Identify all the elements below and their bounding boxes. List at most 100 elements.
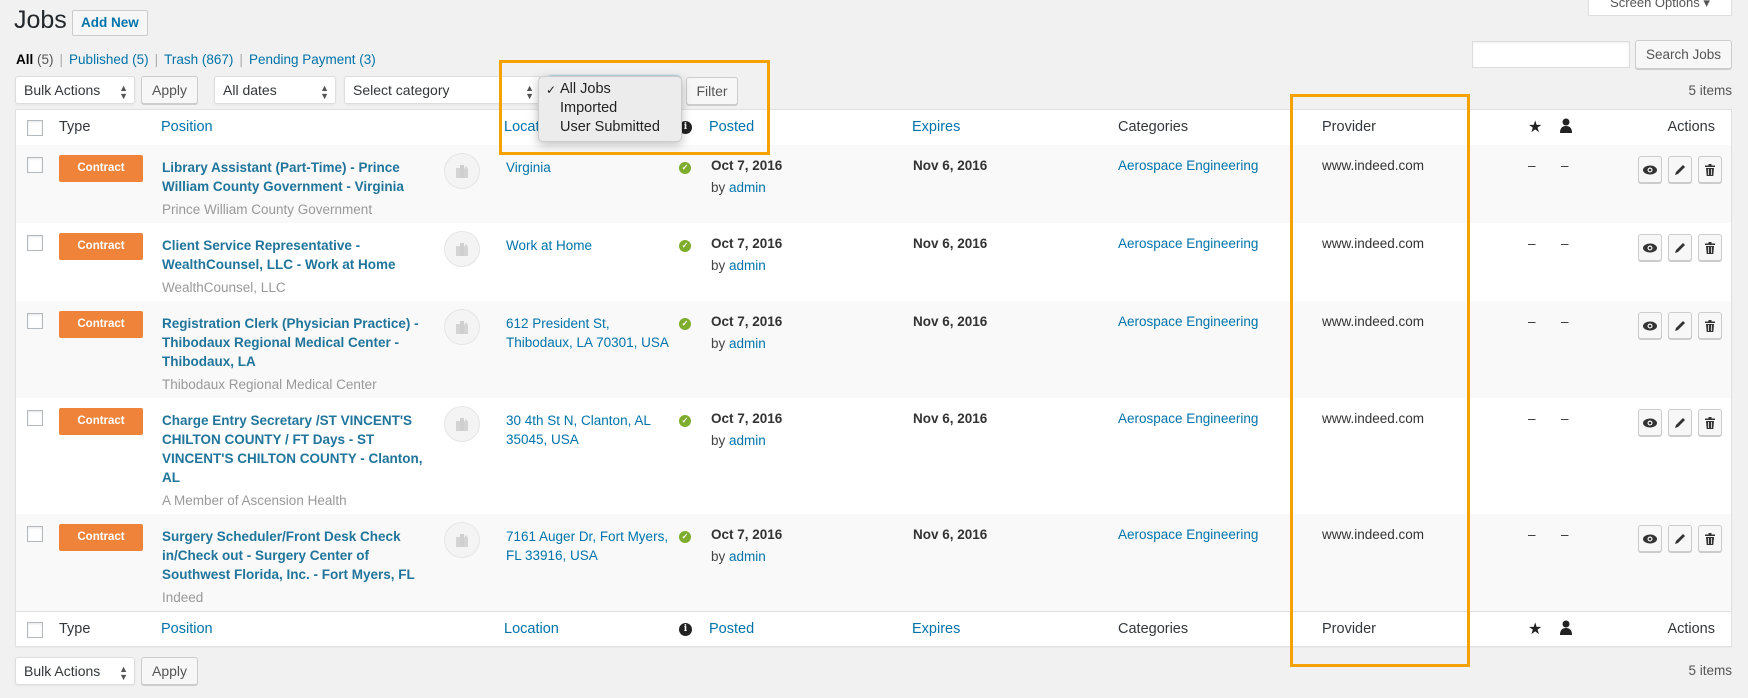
category-link[interactable]: Aerospace Engineering — [1118, 236, 1258, 251]
col-location-footer[interactable]: Location — [504, 621, 559, 637]
status-published-icon: ✓ — [679, 531, 691, 543]
job-location-link[interactable]: 612 President St, Thibodaux, LA 70301, U… — [506, 314, 676, 352]
company-logo-icon — [444, 309, 480, 345]
dates-select[interactable]: All dates ▲ ▼ — [214, 76, 336, 104]
job-title-link[interactable]: Charge Entry Secretary /ST VINCENT'S CHI… — [162, 411, 432, 487]
search-jobs-button[interactable]: Search Jobs — [1635, 40, 1732, 69]
delete-icon — [1705, 241, 1715, 254]
table-row: Contract Library Assistant (Part-Time) - … — [16, 145, 1731, 223]
company-name: Indeed — [162, 590, 204, 605]
category-link[interactable]: Aerospace Engineering — [1118, 314, 1258, 329]
select-arrows-icon: ▲ ▼ — [119, 664, 128, 682]
screen-options-button[interactable]: Screen Options ▾ — [1588, 0, 1732, 16]
star-icon: ★ — [1528, 621, 1543, 638]
job-title-link[interactable]: Surgery Scheduler/Front Desk Check in/Ch… — [162, 527, 432, 584]
featured-value: – — [1528, 527, 1536, 542]
select-all-checkbox-bottom[interactable] — [27, 622, 43, 638]
delete-button[interactable] — [1698, 409, 1722, 436]
user-icon — [1560, 620, 1572, 639]
search-input[interactable] — [1472, 41, 1630, 68]
apply-button-top[interactable]: Apply — [141, 76, 198, 104]
author-link[interactable]: admin — [729, 336, 766, 351]
edit-button[interactable] — [1668, 156, 1692, 183]
col-expires[interactable]: Expires — [912, 119, 960, 135]
bulk-actions-select-bottom[interactable]: Bulk Actions ▲ ▼ — [15, 657, 135, 685]
view-all[interactable]: All (5) — [16, 52, 54, 67]
author-link[interactable]: admin — [729, 433, 766, 448]
company-name: Thibodaux Regional Medical Center — [162, 377, 377, 392]
col-expires-footer[interactable]: Expires — [912, 621, 960, 637]
row-checkbox[interactable] — [27, 410, 43, 426]
posted-cell: Oct 7, 2016 by admin — [711, 408, 782, 452]
filled-value: – — [1561, 158, 1569, 173]
col-posted-footer[interactable]: Posted — [709, 621, 754, 637]
row-checkbox[interactable] — [27, 313, 43, 329]
highlight-box-filter — [499, 60, 770, 155]
view-icon — [1643, 165, 1657, 174]
edit-button[interactable] — [1668, 234, 1692, 261]
job-title-link[interactable]: Registration Clerk (Physician Practice) … — [162, 314, 432, 371]
job-location-link[interactable]: 30 4th St N, Clanton, AL 35045, USA — [506, 411, 676, 449]
jobs-table: Type Position Location i Posted Expires … — [15, 109, 1732, 647]
job-title-link[interactable]: Library Assistant (Part-Time) - Prince W… — [162, 158, 432, 196]
edit-icon — [1675, 320, 1685, 331]
job-title-link[interactable]: Client Service Representative - WealthCo… — [162, 236, 432, 274]
bulk-actions-select-top[interactable]: Bulk Actions ▲ ▼ — [15, 76, 135, 104]
company-name: Prince William County Government — [162, 202, 373, 217]
category-link[interactable]: Aerospace Engineering — [1118, 527, 1258, 542]
delete-button[interactable] — [1698, 156, 1722, 183]
col-type: Type — [59, 119, 91, 135]
author-link[interactable]: admin — [729, 180, 766, 195]
view-button[interactable] — [1638, 312, 1662, 339]
view-button[interactable] — [1638, 234, 1662, 261]
view-published[interactable]: Published (5) — [69, 52, 149, 67]
add-new-button[interactable]: Add New — [72, 10, 148, 36]
select-all-checkbox[interactable] — [27, 120, 43, 136]
row-checkbox[interactable] — [27, 235, 43, 251]
view-trash[interactable]: Trash (867) — [164, 52, 233, 67]
edit-button[interactable] — [1668, 312, 1692, 339]
row-checkbox[interactable] — [27, 157, 43, 173]
delete-icon — [1705, 163, 1715, 176]
posted-cell: Oct 7, 2016 by admin — [711, 155, 782, 199]
apply-button-bottom[interactable]: Apply — [141, 657, 198, 685]
view-pending-payment[interactable]: Pending Payment (3) — [249, 52, 376, 67]
job-type-badge: Contract — [59, 233, 143, 260]
view-button[interactable] — [1638, 409, 1662, 436]
view-button[interactable] — [1638, 525, 1662, 552]
category-link[interactable]: Aerospace Engineering — [1118, 158, 1258, 173]
job-type-badge: Contract — [59, 408, 143, 435]
job-type-badge: Contract — [59, 311, 143, 338]
posted-date: Oct 7, 2016 — [711, 314, 783, 329]
expires-date: Nov 6, 2016 — [913, 527, 988, 542]
posted-date: Oct 7, 2016 — [711, 236, 783, 251]
filled-value: – — [1561, 411, 1569, 426]
company-logo-icon — [444, 522, 480, 558]
select-arrows-icon: ▲ ▼ — [119, 83, 128, 101]
job-location-link[interactable]: Virginia — [506, 158, 676, 177]
row-checkbox[interactable] — [27, 526, 43, 542]
featured-value: – — [1528, 158, 1536, 173]
view-button[interactable] — [1638, 156, 1662, 183]
edit-button[interactable] — [1668, 409, 1692, 436]
status-published-icon: ✓ — [679, 318, 691, 330]
author-link[interactable]: admin — [729, 549, 766, 564]
delete-button[interactable] — [1698, 312, 1722, 339]
delete-button[interactable] — [1698, 525, 1722, 552]
view-icon — [1643, 534, 1657, 543]
featured-value: – — [1528, 314, 1536, 329]
posted-date: Oct 7, 2016 — [711, 158, 783, 173]
category-link[interactable]: Aerospace Engineering — [1118, 411, 1258, 426]
col-actions: Actions — [1667, 119, 1715, 135]
author-link[interactable]: admin — [729, 258, 766, 273]
job-location-link[interactable]: 7161 Auger Dr, Fort Myers, FL 33916, USA — [506, 527, 676, 565]
company-logo-icon — [444, 231, 480, 267]
edit-button[interactable] — [1668, 525, 1692, 552]
col-position-footer[interactable]: Position — [161, 621, 213, 637]
table-row: Contract Registration Clerk (Physician Pr… — [16, 301, 1731, 398]
filled-value: – — [1561, 314, 1569, 329]
job-location-link[interactable]: Work at Home — [506, 236, 676, 255]
company-name: WealthCounsel, LLC — [162, 280, 286, 295]
col-position[interactable]: Position — [161, 119, 213, 135]
delete-button[interactable] — [1698, 234, 1722, 261]
